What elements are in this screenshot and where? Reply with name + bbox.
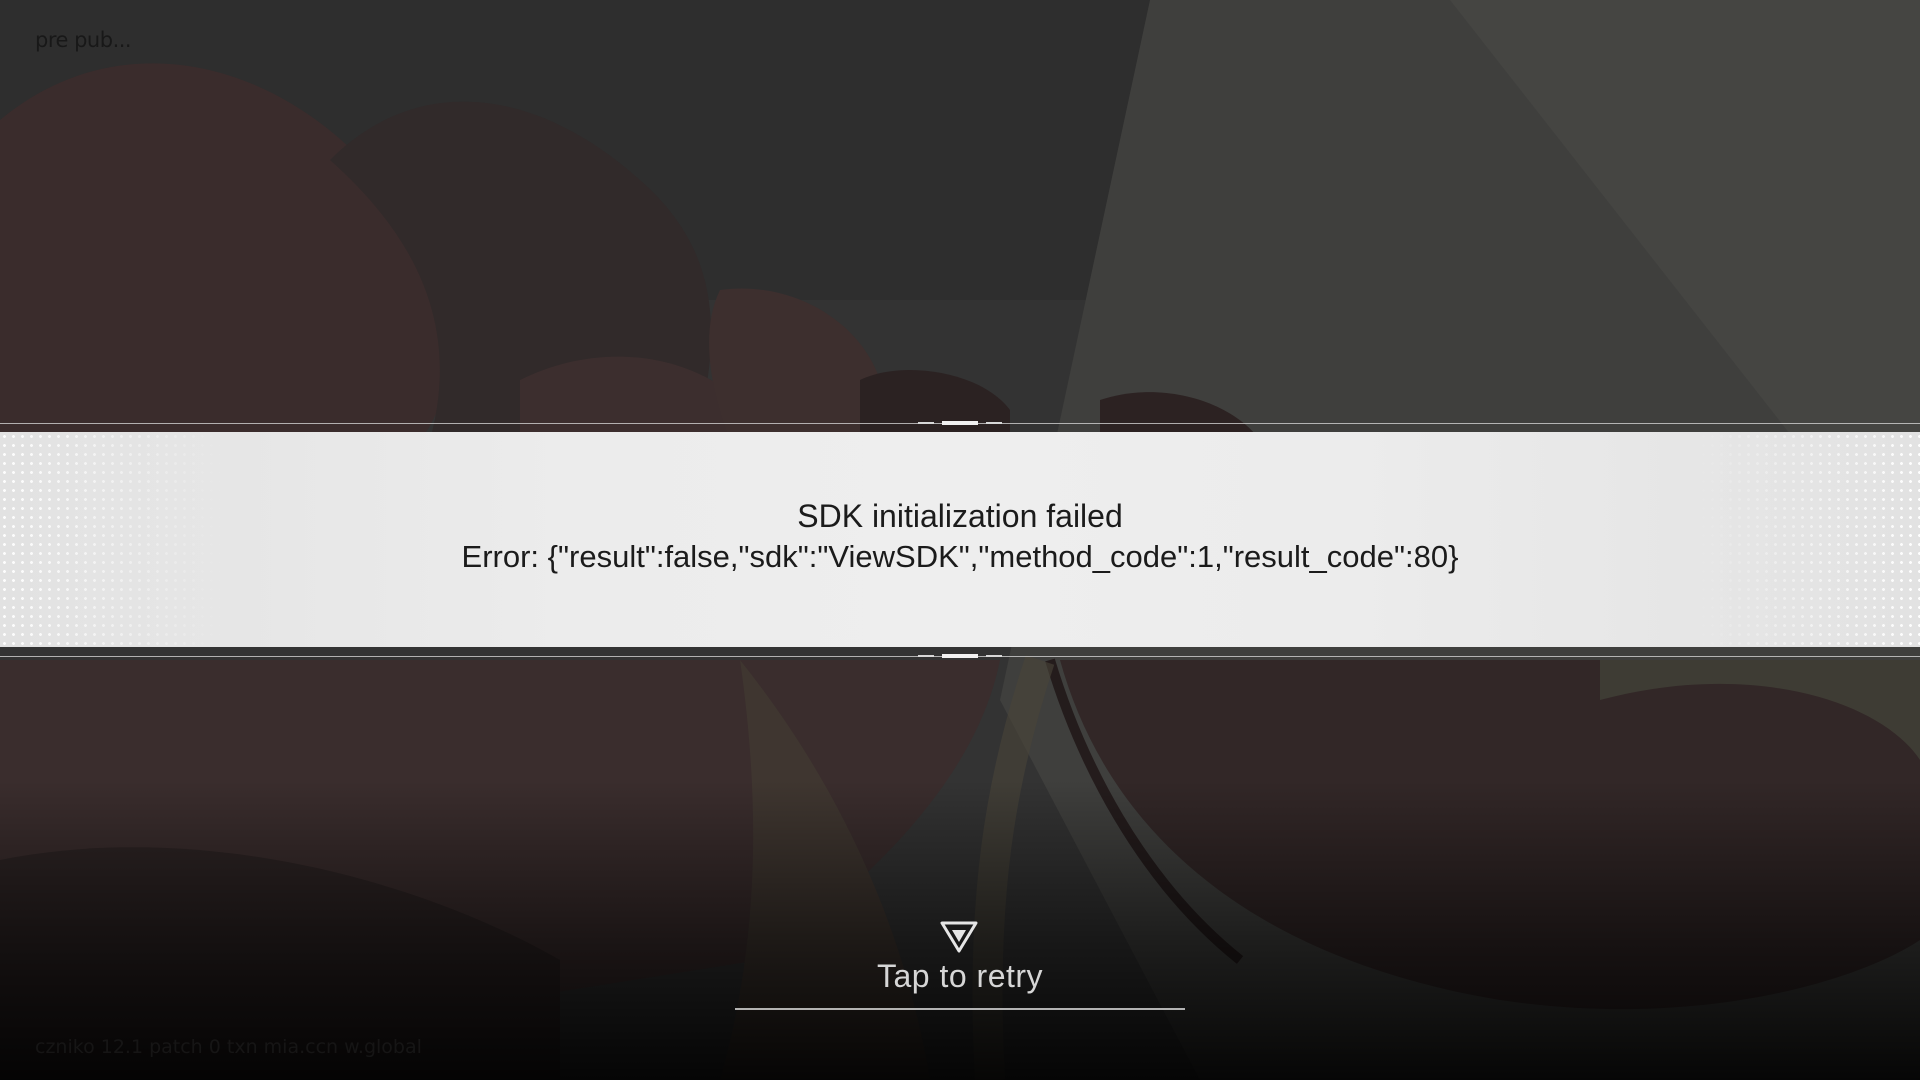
error-banner: SDK initialization failed Error: {"resul… xyxy=(0,432,1920,647)
retry-label: Tap to retry xyxy=(876,958,1044,994)
error-detail: Error: {"result":false,"sdk":"ViewSDK","… xyxy=(461,539,1459,574)
error-title: SDK initialization failed xyxy=(797,498,1123,534)
retry-button[interactable]: Tap to retry xyxy=(735,910,1185,1010)
version-info: czniko 12.1 patch 0 txn mia.ccn w.global xyxy=(35,1036,422,1058)
down-triangle-icon xyxy=(940,921,978,953)
retry-underline xyxy=(735,1008,1185,1010)
banner-bottom-tick xyxy=(918,654,1002,658)
banner-top-tick xyxy=(918,421,1002,425)
game-screen[interactable]: pre pub... SDK initialization failed Err… xyxy=(0,0,1920,1080)
build-tag: pre pub... xyxy=(35,28,132,52)
